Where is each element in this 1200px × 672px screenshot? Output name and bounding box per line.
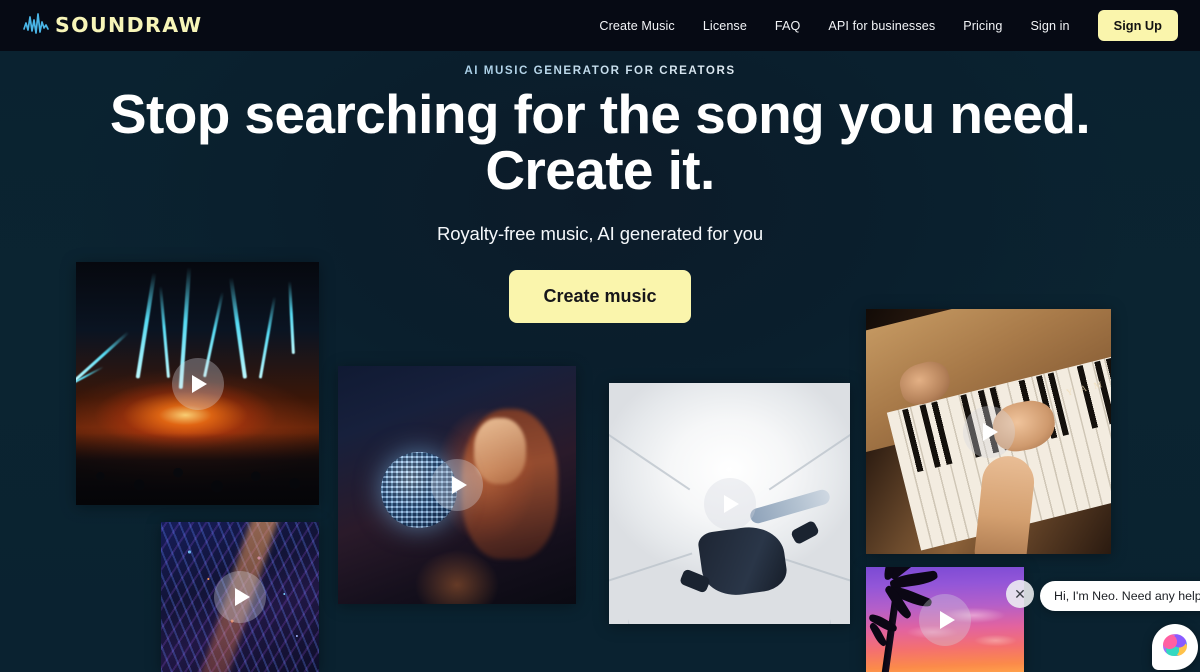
nav-item-sign-in[interactable]: Sign in <box>1016 19 1083 33</box>
page-title: Stop searching for the song you need. Cr… <box>0 86 1200 198</box>
soundraw-logo[interactable]: SOUNDRAW <box>22 11 203 41</box>
play-icon[interactable] <box>919 593 971 646</box>
crowd-silhouette <box>76 433 319 505</box>
nav-item-pricing[interactable]: Pricing <box>949 19 1016 33</box>
create-music-button[interactable]: Create music <box>509 270 691 324</box>
brain-avatar-icon <box>1163 634 1187 656</box>
hero-cta-wrapper: Create music <box>0 270 1200 324</box>
nav-item-create-music[interactable]: Create Music <box>585 19 688 33</box>
chat-close-button[interactable]: ✕ <box>1006 580 1034 608</box>
video-tile-piano-hands[interactable]: Y A M <box>866 309 1111 554</box>
video-tile-disco-ball-woman[interactable] <box>338 366 576 604</box>
logo-text: SOUNDRAW <box>55 13 203 38</box>
hero-eyebrow: AI MUSIC GENERATOR FOR CREATORS <box>0 64 1200 77</box>
nav-item-faq[interactable]: FAQ <box>761 19 815 33</box>
main-nav: Create Music License FAQ API for busines… <box>585 10 1178 41</box>
landing-page: SOUNDRAW Create Music License FAQ API fo… <box>0 0 1200 672</box>
play-icon[interactable] <box>171 357 224 410</box>
nav-item-license[interactable]: License <box>689 19 761 33</box>
play-icon[interactable] <box>703 477 756 530</box>
figure-face <box>473 418 526 485</box>
play-icon[interactable] <box>214 571 266 623</box>
chat-launcher-button[interactable] <box>1152 624 1198 670</box>
play-icon[interactable] <box>962 405 1015 458</box>
nav-item-api-for-businesses[interactable]: API for businesses <box>814 19 949 33</box>
video-tile-tropical-sunset[interactable] <box>866 567 1024 672</box>
hero-section: AI MUSIC GENERATOR FOR CREATORS Stop sea… <box>0 51 1200 324</box>
hero-subtitle: Royalty-free music, AI generated for you <box>436 223 764 245</box>
video-tile-breakdancer[interactable] <box>609 383 850 624</box>
play-icon[interactable] <box>431 459 483 511</box>
chat-greeting-message[interactable]: Hi, I'm Neo. Need any help? <box>1040 581 1200 611</box>
sign-up-button[interactable]: Sign Up <box>1097 10 1178 41</box>
headline-line-2: Create it. <box>485 139 715 202</box>
site-header: SOUNDRAW Create Music License FAQ API fo… <box>0 0 1200 51</box>
headline-line-1: Stop searching for the song you need. <box>109 83 1091 145</box>
video-tile-night-city[interactable] <box>161 522 319 672</box>
waveform-icon <box>22 11 52 40</box>
